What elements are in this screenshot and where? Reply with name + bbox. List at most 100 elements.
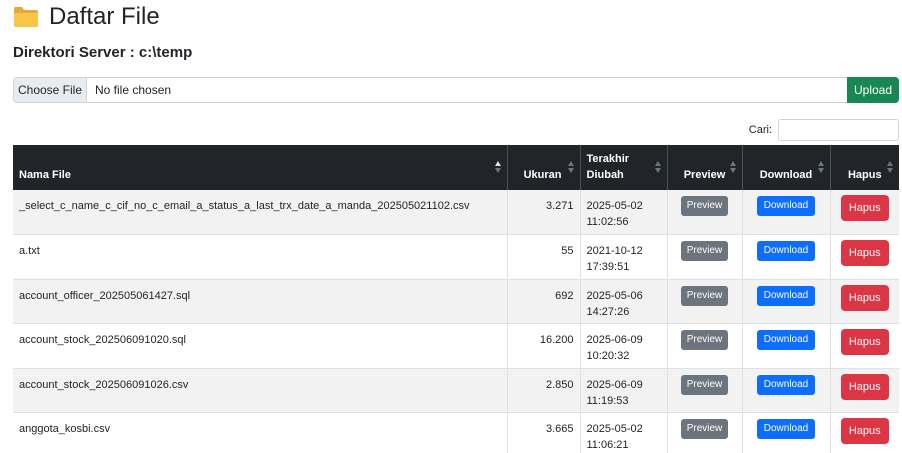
preview-cell: Preview xyxy=(667,412,743,453)
sort-icon xyxy=(494,161,502,173)
preview-cell: Preview xyxy=(667,368,743,413)
file-status: No file chosen xyxy=(95,83,172,97)
file-table: Nama File Ukuran Terakhir Diubah Preview… xyxy=(13,145,899,453)
preview-cell: Preview xyxy=(667,323,743,369)
hapus-cell: Hapus xyxy=(830,190,899,235)
column-header-name-label: Nama File xyxy=(19,169,71,181)
preview-button[interactable]: Preview xyxy=(680,419,729,439)
modified-date: 2021-10-12 xyxy=(586,245,643,257)
download-button[interactable]: Download xyxy=(756,419,816,439)
download-cell: Download xyxy=(742,368,831,413)
file-name: account_stock_202506091026.csv xyxy=(13,368,508,413)
file-modified: 2025-05-06 14:27:26 xyxy=(580,279,668,324)
preview-button[interactable]: Preview xyxy=(680,374,729,395)
modified-time: 11:19:53 xyxy=(586,394,629,407)
download-cell: Download xyxy=(742,190,831,235)
preview-cell: Preview xyxy=(667,190,743,235)
file-size: 3.271 xyxy=(507,190,581,235)
file-name: a.txt xyxy=(13,234,508,280)
sort-icon xyxy=(887,161,894,173)
preview-button[interactable]: Preview xyxy=(680,330,729,350)
modified-time: 10:20:32 xyxy=(586,350,630,362)
download-cell: Download xyxy=(742,323,831,369)
column-header-size[interactable]: Ukuran xyxy=(507,145,581,190)
file-size: 55 xyxy=(507,234,581,280)
table-row: account_stock_202506091020.sql 16.200 20… xyxy=(13,323,899,369)
modified-date: 2025-05-02 xyxy=(586,423,643,435)
file-modified: 2025-05-02 11:02:56 xyxy=(580,190,668,235)
delete-button[interactable]: Hapus xyxy=(840,418,889,444)
page-title: Daftar File xyxy=(49,3,160,30)
file-name: anggota_kosbi.csv xyxy=(13,412,508,453)
file-name: _select_c_name_c_cif_no_c_email_a_status… xyxy=(13,190,508,235)
file-modified: 2025-06-09 10:20:32 xyxy=(580,323,668,369)
file-name: account_officer_202505061427.sql xyxy=(13,279,508,324)
table-row: a.txt 55 2021-10-12 17:39:51 Preview Down… xyxy=(13,234,899,280)
hapus-cell: Hapus xyxy=(830,234,899,280)
download-button[interactable]: Download xyxy=(756,374,816,395)
preview-button[interactable]: Preview xyxy=(680,285,729,306)
modified-time: 11:02:56 xyxy=(586,216,629,228)
modified-time: 11:06:21 xyxy=(586,439,629,451)
download-cell: Download xyxy=(742,412,831,453)
search-bar: Cari: xyxy=(749,119,899,141)
sort-icon xyxy=(567,161,575,173)
file-modified: 2025-05-02 11:06:21 xyxy=(580,412,668,453)
preview-button[interactable]: Preview xyxy=(680,196,729,216)
hapus-cell: Hapus xyxy=(830,323,899,369)
delete-button[interactable]: Hapus xyxy=(840,195,889,221)
column-header-modified-label: Terakhir Diubah xyxy=(586,153,630,181)
file-size: 2.850 xyxy=(507,368,581,413)
search-input[interactable] xyxy=(778,119,899,141)
modified-date: 2025-06-09 xyxy=(586,334,643,346)
upload-button[interactable]: Upload xyxy=(847,77,899,103)
page-header: Daftar File xyxy=(13,2,160,32)
download-button[interactable]: Download xyxy=(756,241,816,261)
modified-date: 2025-05-06 xyxy=(586,289,643,302)
table-row: anggota_kosbi.csv 3.665 2025-05-02 11:06:… xyxy=(13,412,899,453)
file-input[interactable]: Choose File No file chosen xyxy=(13,77,847,103)
delete-button[interactable]: Hapus xyxy=(840,373,889,400)
modified-date: 2025-05-02 xyxy=(586,200,643,212)
preview-button[interactable]: Preview xyxy=(680,241,729,261)
preview-cell: Preview xyxy=(667,234,743,280)
choose-file-button[interactable]: Choose File xyxy=(14,78,87,102)
hapus-cell: Hapus xyxy=(830,368,899,413)
column-header-download-label: Download xyxy=(759,169,813,181)
hapus-cell: Hapus xyxy=(830,412,899,453)
file-size: 692 xyxy=(507,279,581,324)
sort-icon xyxy=(654,161,662,173)
preview-cell: Preview xyxy=(667,279,743,324)
download-button[interactable]: Download xyxy=(756,285,816,306)
download-cell: Download xyxy=(742,234,831,280)
column-header-modified[interactable]: Terakhir Diubah xyxy=(580,145,668,190)
file-modified: 2021-10-12 17:39:51 xyxy=(580,234,668,280)
file-modified: 2025-06-09 11:19:53 xyxy=(580,368,668,413)
directory-label: Direktori Server : c:\temp xyxy=(13,44,193,61)
modified-date: 2025-06-09 xyxy=(586,378,643,391)
delete-button[interactable]: Hapus xyxy=(840,240,889,266)
file-size: 3.665 xyxy=(507,412,581,453)
column-header-download[interactable]: Download xyxy=(742,145,831,190)
column-header-hapus[interactable]: Hapus xyxy=(830,145,899,190)
file-size: 16.200 xyxy=(507,323,581,369)
hapus-cell: Hapus xyxy=(830,279,899,324)
delete-button[interactable]: Hapus xyxy=(840,329,889,355)
folder-icon xyxy=(13,6,39,28)
column-header-preview-label: Preview xyxy=(683,169,726,181)
column-header-size-label: Ukuran xyxy=(523,169,562,181)
download-cell: Download xyxy=(742,279,831,324)
download-button[interactable]: Download xyxy=(756,196,816,216)
download-button[interactable]: Download xyxy=(756,330,816,350)
modified-time: 14:27:26 xyxy=(586,305,630,318)
table-header-row: Nama File Ukuran Terakhir Diubah Preview… xyxy=(13,145,899,190)
column-header-hapus-label: Hapus xyxy=(847,169,882,181)
column-header-preview[interactable]: Preview xyxy=(667,145,743,190)
delete-button[interactable]: Hapus xyxy=(840,284,889,311)
upload-form: Choose File No file chosen Upload xyxy=(13,77,899,103)
column-header-name[interactable]: Nama File xyxy=(13,145,508,190)
modified-time: 17:39:51 xyxy=(586,261,630,273)
table-row: account_stock_202506091026.csv 2.850 202… xyxy=(13,368,899,413)
table-row: _select_c_name_c_cif_no_c_email_a_status… xyxy=(13,190,899,235)
search-label: Cari: xyxy=(748,124,772,136)
